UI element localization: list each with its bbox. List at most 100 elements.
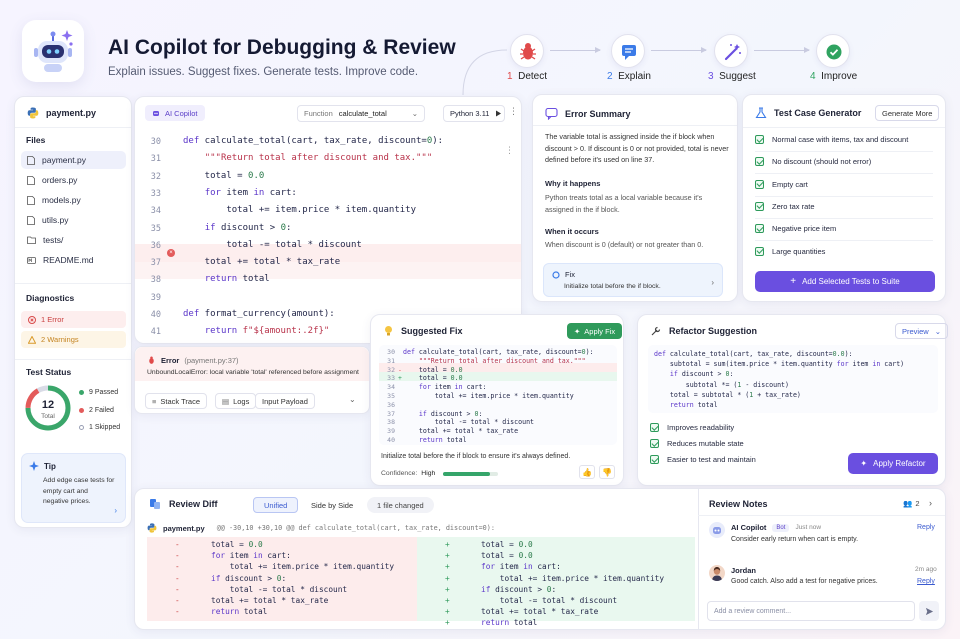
test-case-item[interactable]: Empty cart xyxy=(755,179,808,189)
diagnostic-errors[interactable]: 1 Error xyxy=(21,311,126,328)
diff-sign: + xyxy=(445,596,450,605)
note-text: Good catch. Also add a test for negative… xyxy=(731,578,878,585)
review-comment-input[interactable]: Add a review comment... xyxy=(707,601,915,621)
file-icon xyxy=(27,155,35,165)
test-case-item[interactable]: Large quantities xyxy=(755,246,826,256)
send-button[interactable] xyxy=(919,601,939,621)
diff-line: return total xyxy=(481,618,538,628)
fix-callout[interactable]: Fix Initialize total before the if block… xyxy=(543,263,723,297)
chevron-right-icon[interactable]: › xyxy=(929,498,932,508)
checkbox-checked[interactable] xyxy=(755,201,764,211)
line-number: 40 xyxy=(387,436,395,444)
file-item[interactable]: orders.py xyxy=(21,171,126,189)
test-case-label: Large quantities xyxy=(772,246,826,256)
when-title: When it occurs xyxy=(545,227,599,236)
warnings-count: 2 Warnings xyxy=(41,335,79,344)
file-item[interactable]: payment.py xyxy=(21,151,126,169)
file-item[interactable]: utils.py xyxy=(21,211,126,229)
preview-select[interactable]: Preview ⌄ xyxy=(895,323,948,339)
thumbs-down-icon[interactable]: 👎 xyxy=(599,465,615,479)
more-icon[interactable]: ⋮ xyxy=(509,106,518,117)
diff-right-pane: + total = 0.0 + total = 0.0 + for item in car… xyxy=(417,537,695,627)
test-case-generator: Test Case Generator Generate More + Add S… xyxy=(742,94,946,302)
files-title: Files xyxy=(26,135,46,145)
error-gutter-icon[interactable]: × xyxy=(167,249,175,257)
file-icon xyxy=(27,215,35,225)
checkbox-checked[interactable] xyxy=(755,246,764,256)
line-number: 33 xyxy=(150,188,161,199)
error-panel: Error (payment.py:37) UnboundLocalError:… xyxy=(134,346,370,414)
line-number: 30 xyxy=(387,348,395,356)
generate-more-button[interactable]: Generate More xyxy=(875,105,940,121)
check-icon xyxy=(650,423,659,432)
tab-side-by-side[interactable]: Side by Side xyxy=(303,497,361,513)
test-case-item[interactable]: Zero tax rate xyxy=(755,201,815,211)
apply-refactor-button[interactable]: ✦ Apply Refactor xyxy=(848,453,938,474)
file-item[interactable]: README.md xyxy=(21,251,126,269)
line-number: 34 xyxy=(387,383,395,392)
apply-fix-button[interactable]: ✦ Apply Fix xyxy=(567,323,623,339)
diff-file-name: payment.py xyxy=(163,523,205,533)
checkbox-checked[interactable] xyxy=(755,179,764,189)
line-number: 33 xyxy=(387,374,395,383)
diff-sign: - xyxy=(175,607,180,617)
markdown-icon xyxy=(27,256,36,264)
error-summary-header: Error Summary xyxy=(545,107,631,120)
chevron-down-icon[interactable]: ⌄ xyxy=(349,395,356,404)
test-case-label: Empty cart xyxy=(772,179,808,189)
test-case-label: Zero tax rate xyxy=(772,201,815,211)
code-line: for item in cart: xyxy=(204,187,297,198)
folder-icon xyxy=(27,236,36,244)
file-icon xyxy=(27,175,35,185)
python-version[interactable]: Python 3.11 xyxy=(443,105,505,122)
diagnostic-warnings[interactable]: 2 Warnings xyxy=(21,331,126,348)
code-line: if discount > 0: xyxy=(669,370,734,379)
tip-chevron-icon[interactable]: › xyxy=(114,506,117,515)
line-menu-icon[interactable]: ⋮ xyxy=(505,145,514,156)
diff-sign: + xyxy=(445,562,450,572)
why-title: Why it happens xyxy=(545,179,601,188)
notes-participants[interactable]: 👥 2 xyxy=(903,499,920,508)
step-explain[interactable] xyxy=(611,34,645,68)
play-icon[interactable] xyxy=(495,110,502,117)
tests-total-label: Total xyxy=(41,413,55,420)
input-payload-button[interactable]: Input Payload xyxy=(255,393,315,409)
checkbox-checked[interactable] xyxy=(755,157,764,167)
file-name: tests/ xyxy=(43,235,64,245)
line-number: 40 xyxy=(150,310,161,320)
diagnostics-title: Diagnostics xyxy=(26,293,75,303)
step-arrow xyxy=(754,47,810,53)
sparkle-icon xyxy=(29,461,39,471)
logs-button[interactable]: ▤ Logs xyxy=(215,393,257,409)
diff-sign: + xyxy=(445,540,450,549)
checkbox-checked[interactable] xyxy=(755,224,764,234)
error-summary-text: The variable total is assigned inside th… xyxy=(545,132,729,165)
diff-marker: - xyxy=(398,365,402,374)
stack-trace-button[interactable]: ≡ Stack Trace xyxy=(145,393,207,409)
line-number: 35 xyxy=(150,223,161,234)
diff-line: total += total * tax_rate xyxy=(211,596,329,605)
add-tests-button[interactable]: + Add Selected Tests to Suite xyxy=(755,271,935,292)
chevron-right-icon: › xyxy=(711,278,714,287)
thumbs-up-icon[interactable]: 👍 xyxy=(579,465,595,479)
diff-sign: - xyxy=(175,573,180,583)
file-item[interactable]: tests/ xyxy=(21,231,126,249)
reply-button[interactable]: Reply xyxy=(917,524,935,531)
checkbox-checked[interactable] xyxy=(755,135,764,144)
diff-line: total += item.price * item.quantity xyxy=(211,562,395,572)
test-case-item[interactable]: Negative price item xyxy=(755,224,836,234)
reply-button[interactable]: Reply xyxy=(917,578,935,585)
file-item[interactable]: models.py xyxy=(21,191,126,209)
fix-header: Fix xyxy=(552,270,575,279)
test-case-item[interactable]: No discount (should not error) xyxy=(755,157,871,167)
test-case-item[interactable]: Normal case with items, tax and discount xyxy=(755,135,908,144)
line-number: 41 xyxy=(150,327,161,338)
step-improve[interactable] xyxy=(816,34,850,68)
diff-line: if discount > 0: xyxy=(481,584,557,594)
ai-copilot-tab[interactable]: AI Copilot xyxy=(145,105,205,121)
function-select[interactable]: Function calculate_total ⌄ xyxy=(297,105,425,122)
tab-unified[interactable]: Unified xyxy=(253,497,299,513)
avatar xyxy=(709,565,725,581)
step-suggest[interactable] xyxy=(714,34,748,68)
fix-note: Initialize total before the if block to … xyxy=(381,453,571,460)
